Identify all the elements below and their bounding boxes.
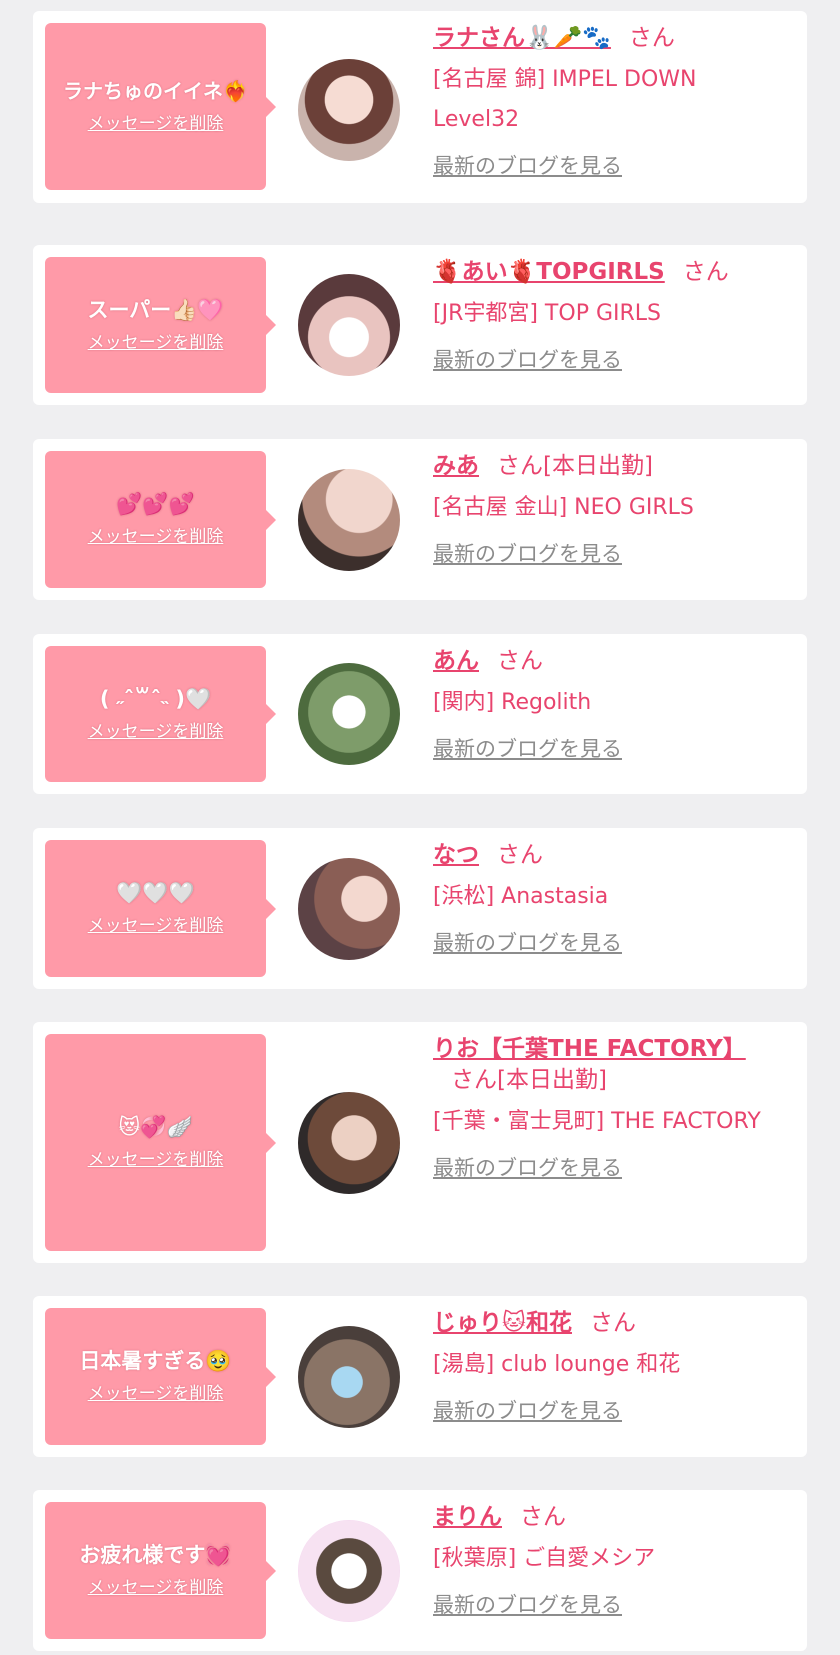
sender-name-line: りお【千葉THE FACTORY】さん[本日出勤] xyxy=(433,1034,783,1096)
latest-blog-link[interactable]: 最新のブログを見る xyxy=(433,150,622,180)
sender-name-link[interactable]: まりん xyxy=(433,1504,502,1530)
latest-blog-link[interactable]: 最新のブログを見る xyxy=(433,344,622,374)
shop-name: [名古屋 金山] NEO GIRLS xyxy=(433,495,694,520)
avatar[interactable] xyxy=(298,663,400,765)
sender-name-line: なつ さん xyxy=(433,840,783,871)
sender-name-link[interactable]: 🫀あい🫀TOPGIRLS xyxy=(433,259,665,285)
message-list: ラナちゅのイイネ❤️‍🔥 メッセージを削除 ラナさん🐰🥕🐾 さん [名古屋 錦] … xyxy=(0,0,840,1655)
message-card: お疲れ様です💓 メッセージを削除 まりん さん [秋葉原] ご自愛メシア 最新のブ… xyxy=(33,1490,807,1651)
message-card: 🤍🤍🤍 メッセージを削除 なつ さん [浜松] Anastasia 最新のブログを… xyxy=(33,828,807,989)
sender-name-link[interactable]: みあ xyxy=(433,453,479,479)
delete-message-link[interactable]: メッセージを削除 xyxy=(88,330,224,356)
latest-blog-link[interactable]: 最新のブログを見る xyxy=(433,1395,622,1425)
message-text: お疲れ様です💓 xyxy=(79,1543,232,1567)
san-label: さん xyxy=(520,1504,566,1530)
sender-name-line: あん さん xyxy=(433,646,783,677)
sender-info: じゅり🐱和花 さん [湯島] club lounge 和花 最新のブログを見る xyxy=(433,1308,783,1425)
sender-name-link[interactable]: あん xyxy=(433,648,479,674)
san-label: さん xyxy=(451,1067,497,1093)
latest-blog-link[interactable]: 最新のブログを見る xyxy=(433,1589,622,1619)
message-text: ラナちゅのイイネ❤️‍🔥 xyxy=(63,79,248,103)
avatar[interactable] xyxy=(298,1092,400,1194)
sender-name-line: まりん さん xyxy=(433,1502,783,1533)
message-text: 😻💞🪽 xyxy=(118,1115,193,1139)
san-label: さん xyxy=(628,25,675,51)
message-bubble: ( ˶ˆ꒳ˆ˵ )🤍 メッセージを削除 xyxy=(45,646,276,782)
sender-status: [本日出勤] xyxy=(497,1067,607,1093)
message-card: 😻💞🪽 メッセージを削除 りお【千葉THE FACTORY】さん[本日出勤] [… xyxy=(33,1022,807,1263)
shop-name: [名古屋 錦] IMPEL DOWN Level32 xyxy=(433,67,697,132)
san-label: さん xyxy=(589,1310,636,1336)
delete-message-link[interactable]: メッセージを削除 xyxy=(88,111,224,137)
message-text: 日本暑すぎる🥹 xyxy=(79,1349,232,1373)
sender-info: あん さん [関内] Regolith 最新のブログを見る xyxy=(433,646,783,763)
sender-info: りお【千葉THE FACTORY】さん[本日出勤] [千葉・富士見町] THE … xyxy=(433,1034,783,1182)
sender-name-line: 🫀あい🫀TOPGIRLS さん xyxy=(433,257,783,288)
latest-blog-link[interactable]: 最新のブログを見る xyxy=(433,927,622,957)
message-bubble: お疲れ様です💓 メッセージを削除 xyxy=(45,1502,276,1639)
sender-info: 🫀あい🫀TOPGIRLS さん [JR宇都宮] TOP GIRLS 最新のブログを… xyxy=(433,257,783,374)
delete-message-link[interactable]: メッセージを削除 xyxy=(88,1575,224,1601)
shop-name: [湯島] club lounge 和花 xyxy=(433,1352,681,1377)
delete-message-link[interactable]: メッセージを削除 xyxy=(88,1147,224,1173)
message-bubble: 日本暑すぎる🥹 メッセージを削除 xyxy=(45,1308,276,1445)
message-bubble: 💕💕💕 メッセージを削除 xyxy=(45,451,276,588)
message-bubble: ラナちゅのイイネ❤️‍🔥 メッセージを削除 xyxy=(45,23,276,190)
shop-name: [関内] Regolith xyxy=(433,690,592,715)
shop-name: [秋葉原] ご自愛メシア xyxy=(433,1546,656,1571)
delete-message-link[interactable]: メッセージを削除 xyxy=(88,524,224,550)
delete-message-link[interactable]: メッセージを削除 xyxy=(88,913,224,939)
avatar[interactable] xyxy=(298,469,400,571)
message-card: ( ˶ˆ꒳ˆ˵ )🤍 メッセージを削除 あん さん [関内] Regolith 最… xyxy=(33,634,807,794)
sender-status: [本日出勤] xyxy=(543,453,653,479)
san-label: さん xyxy=(497,842,543,868)
message-bubble: 😻💞🪽 メッセージを削除 xyxy=(45,1034,276,1251)
sender-name-link[interactable]: じゅり🐱和花 xyxy=(433,1310,572,1336)
message-card: 💕💕💕 メッセージを削除 みあ さん[本日出勤] [名古屋 金山] NEO GIR… xyxy=(33,439,807,600)
message-text: スーパー👍🏻🩷 xyxy=(87,297,224,322)
latest-blog-link[interactable]: 最新のブログを見る xyxy=(433,1152,622,1182)
message-text: ( ˶ˆ꒳ˆ˵ )🤍 xyxy=(99,686,212,711)
shop-name: [JR宇都宮] TOP GIRLS xyxy=(433,301,661,326)
sender-info: ラナさん🐰🥕🐾 さん [名古屋 錦] IMPEL DOWN Level32 最新の… xyxy=(433,23,783,180)
latest-blog-link[interactable]: 最新のブログを見る xyxy=(433,538,622,568)
avatar[interactable] xyxy=(298,274,400,376)
sender-info: なつ さん [浜松] Anastasia 最新のブログを見る xyxy=(433,840,783,957)
avatar[interactable] xyxy=(298,858,400,960)
delete-message-link[interactable]: メッセージを削除 xyxy=(88,719,224,745)
san-label: さん xyxy=(497,648,543,674)
avatar[interactable] xyxy=(298,59,400,161)
message-bubble: 🤍🤍🤍 メッセージを削除 xyxy=(45,840,276,977)
sender-info: まりん さん [秋葉原] ご自愛メシア 最新のブログを見る xyxy=(433,1502,783,1619)
sender-info: みあ さん[本日出勤] [名古屋 金山] NEO GIRLS 最新のブログを見る xyxy=(433,451,783,568)
sender-name-link[interactable]: なつ xyxy=(433,842,479,868)
shop-name: [千葉・富士見町] THE FACTORY xyxy=(433,1109,761,1134)
sender-name-line: ラナさん🐰🥕🐾 さん xyxy=(433,23,783,54)
avatar[interactable] xyxy=(298,1520,400,1622)
san-label: さん xyxy=(497,453,543,479)
sender-name-link[interactable]: ラナさん🐰🥕🐾 xyxy=(433,25,611,51)
message-text: 💕💕💕 xyxy=(116,492,195,516)
sender-name-link[interactable]: りお【千葉THE FACTORY】 xyxy=(433,1036,746,1062)
shop-name: [浜松] Anastasia xyxy=(433,884,609,909)
message-bubble: スーパー👍🏻🩷 メッセージを削除 xyxy=(45,257,276,393)
sender-name-line: じゅり🐱和花 さん xyxy=(433,1308,783,1339)
message-card: 日本暑すぎる🥹 メッセージを削除 じゅり🐱和花 さん [湯島] club loun… xyxy=(33,1296,807,1457)
avatar[interactable] xyxy=(298,1326,400,1428)
sender-name-line: みあ さん[本日出勤] xyxy=(433,451,783,482)
message-card: スーパー👍🏻🩷 メッセージを削除 🫀あい🫀TOPGIRLS さん [JR宇都宮] … xyxy=(33,245,807,405)
latest-blog-link[interactable]: 最新のブログを見る xyxy=(433,733,622,763)
delete-message-link[interactable]: メッセージを削除 xyxy=(88,1381,224,1407)
message-text: 🤍🤍🤍 xyxy=(116,881,195,905)
message-card: ラナちゅのイイネ❤️‍🔥 メッセージを削除 ラナさん🐰🥕🐾 さん [名古屋 錦] … xyxy=(33,11,807,203)
san-label: さん xyxy=(682,259,729,285)
